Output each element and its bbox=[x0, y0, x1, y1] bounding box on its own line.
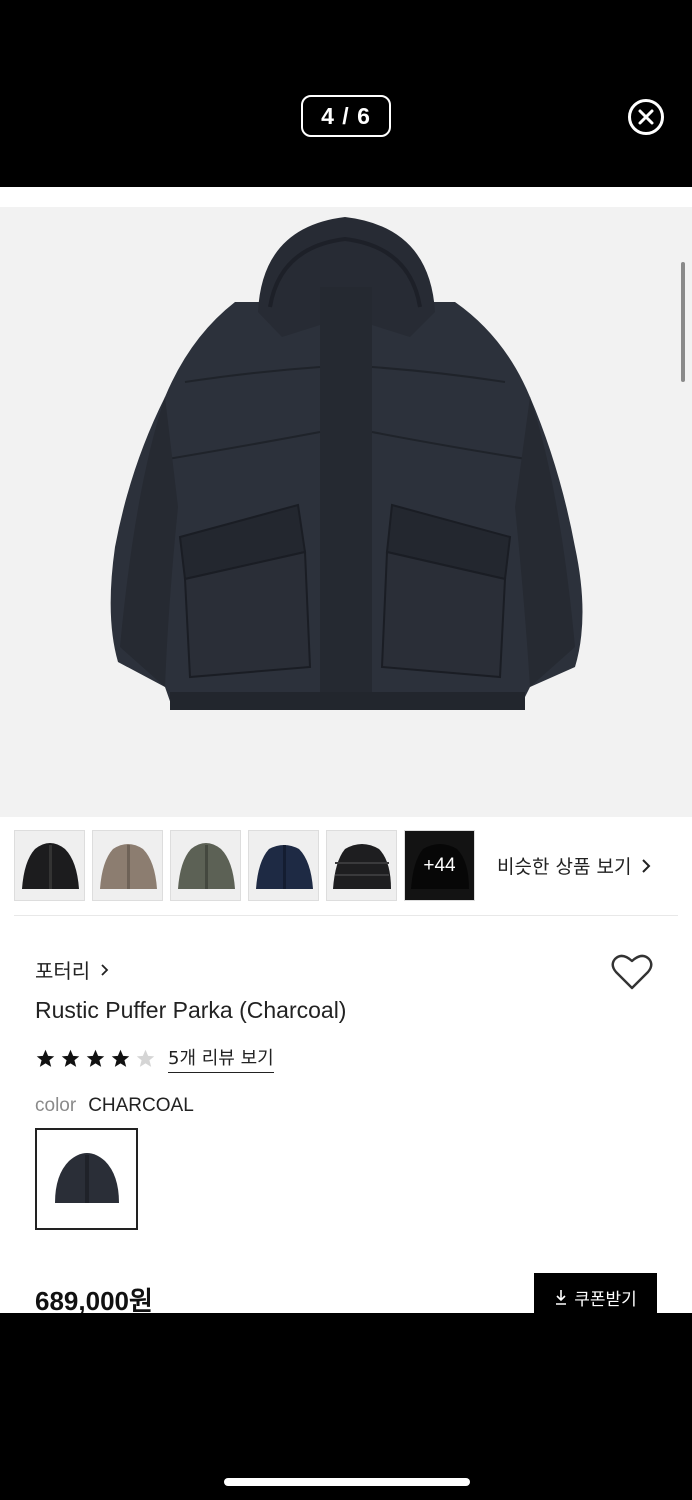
viewer-top-bar: 4 / 6 bbox=[0, 0, 692, 187]
star-filled-icon bbox=[86, 1049, 105, 1067]
close-icon[interactable] bbox=[628, 99, 664, 135]
download-icon bbox=[556, 1290, 567, 1305]
thumbnail-more[interactable]: +44 bbox=[404, 830, 475, 901]
divider bbox=[14, 915, 678, 916]
thumbnail-black-puffer[interactable] bbox=[14, 830, 85, 901]
color-value: CHARCOAL bbox=[88, 1095, 194, 1116]
product-price: 689,000원 bbox=[35, 1286, 153, 1313]
rating-row: 5개 리뷰 보기 bbox=[35, 1044, 274, 1073]
product-screenshot: +44 비슷한 상품 보기 포터리 Rustic Puffer Parka (C… bbox=[0, 187, 692, 1313]
brand-link[interactable]: 포터리 bbox=[35, 955, 109, 984]
similar-products-label: 비슷한 상품 보기 bbox=[497, 856, 632, 878]
color-swatch-charcoal[interactable] bbox=[35, 1128, 138, 1230]
brand-name: 포터리 bbox=[35, 959, 91, 983]
similar-products-link[interactable]: 비슷한 상품 보기 bbox=[497, 852, 651, 879]
thumbnail-beige-puffer[interactable] bbox=[92, 830, 163, 901]
scroll-indicator[interactable] bbox=[681, 262, 685, 382]
coupon-download-button[interactable]: 쿠폰받기 bbox=[534, 1273, 657, 1313]
product-title: Rustic Puffer Parka (Charcoal) bbox=[35, 997, 347, 1023]
review-link[interactable]: 5개 리뷰 보기 bbox=[168, 1044, 274, 1073]
thumbnail-navy-puffer[interactable] bbox=[248, 830, 319, 901]
star-filled-icon bbox=[111, 1049, 130, 1067]
home-indicator[interactable] bbox=[224, 1478, 470, 1486]
wishlist-heart-icon[interactable] bbox=[610, 952, 654, 992]
star-filled-icon bbox=[36, 1049, 55, 1067]
chevron-right-icon bbox=[642, 858, 651, 873]
star-empty-icon bbox=[136, 1049, 155, 1067]
chevron-right-icon bbox=[101, 963, 109, 976]
thumbnail-khaki-puffer[interactable] bbox=[170, 830, 241, 901]
star-filled-icon bbox=[61, 1049, 80, 1067]
image-counter: 4 / 6 bbox=[301, 95, 391, 137]
product-main-image bbox=[0, 207, 692, 817]
coupon-button-label: 쿠폰받기 bbox=[574, 1289, 637, 1310]
color-row: color CHARCOAL bbox=[35, 1095, 194, 1117]
more-count-label: +44 bbox=[405, 831, 474, 900]
thumbnail-black-down-puffer[interactable] bbox=[326, 830, 397, 901]
thumbnail-strip: +44 bbox=[14, 830, 475, 901]
color-label: color bbox=[35, 1095, 77, 1116]
